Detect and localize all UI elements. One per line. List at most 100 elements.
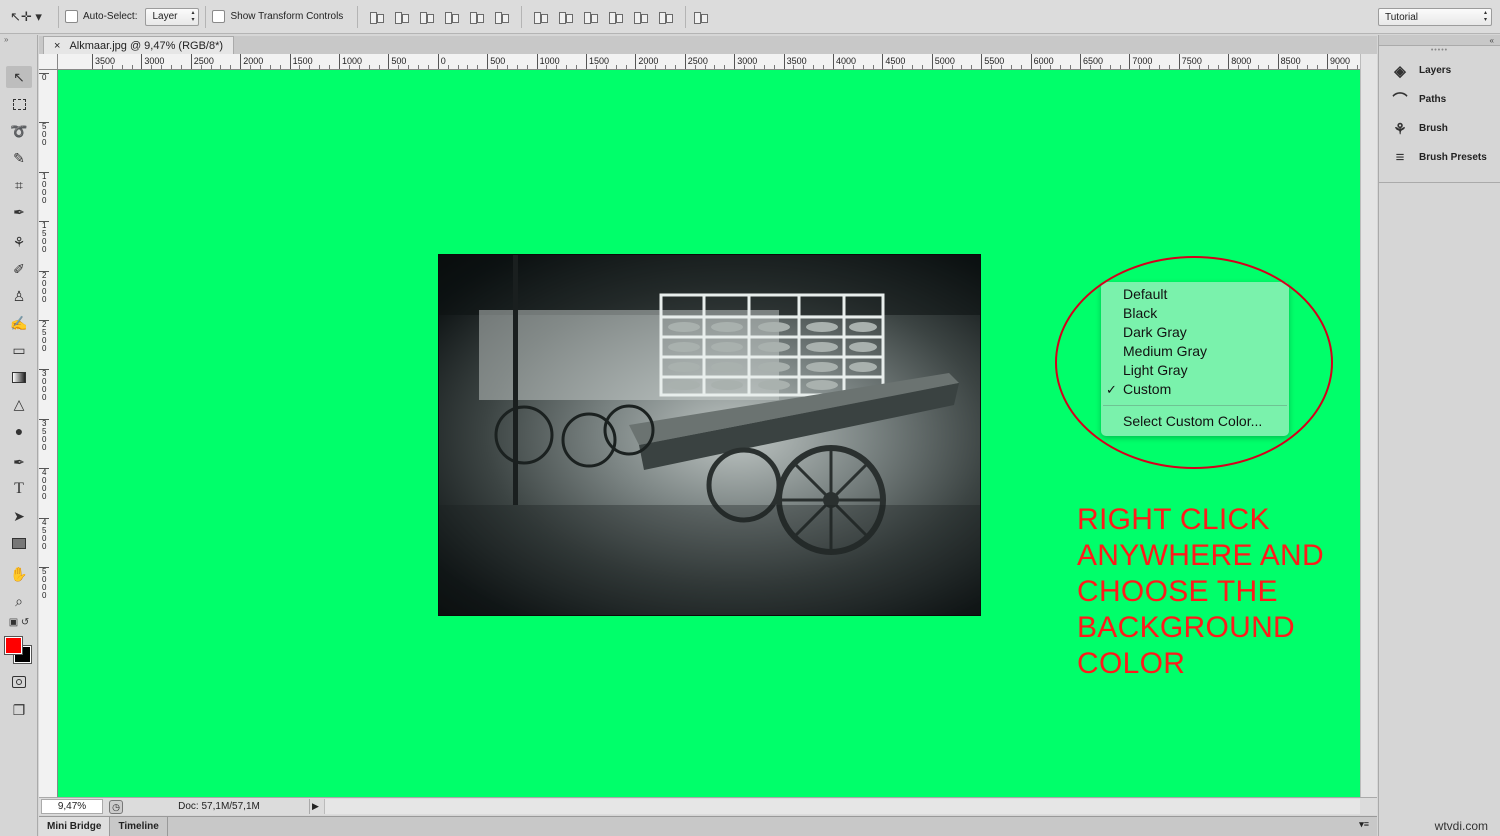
- menu-item-custom[interactable]: ✓Custom: [1101, 380, 1289, 399]
- ruler-origin[interactable]: [39, 54, 58, 70]
- close-icon[interactable]: ×: [54, 40, 60, 52]
- vertical-scrollbar[interactable]: [1360, 54, 1377, 797]
- ruler-minor-tick: [458, 65, 459, 69]
- ruler-minor-tick: [102, 65, 103, 69]
- document-image[interactable]: [439, 255, 980, 615]
- type-tool-icon[interactable]: T: [6, 478, 32, 500]
- distribute-top-icon[interactable]: [532, 10, 550, 24]
- auto-align-layers-icon[interactable]: [692, 10, 710, 24]
- rectangle-tool-icon[interactable]: [6, 532, 32, 554]
- ruler-tick-label: 0: [438, 54, 446, 70]
- status-info-icon[interactable]: ◷: [109, 800, 123, 814]
- eraser-tool-icon[interactable]: ▭: [6, 339, 32, 361]
- align-vertical-center-icon[interactable]: [393, 10, 411, 24]
- ruler-minor-tick: [952, 65, 953, 69]
- crop-tool-icon[interactable]: ⌗: [6, 174, 32, 196]
- ruler-minor-tick: [556, 65, 557, 69]
- menu-item-medium-gray[interactable]: Medium Gray: [1101, 342, 1289, 361]
- auto-select-dropdown[interactable]: Layer: [145, 8, 199, 26]
- ruler-minor-tick: [1189, 65, 1190, 69]
- panel-item-layers[interactable]: ◈Layers: [1379, 56, 1500, 85]
- clone-stamp-tool-icon[interactable]: ♙: [6, 285, 32, 307]
- panel-item-paths[interactable]: ⌒Paths: [1379, 85, 1500, 114]
- ruler-minor-tick: [902, 65, 903, 69]
- paths-icon: ⌒: [1390, 91, 1410, 109]
- tab-timeline[interactable]: Timeline: [110, 817, 167, 836]
- distribute-left-icon[interactable]: [607, 10, 625, 24]
- ruler-minor-tick: [181, 65, 182, 69]
- panel-menu-icon[interactable]: ▾≡: [1359, 819, 1369, 830]
- screen-mode-icon[interactable]: ❐: [6, 699, 32, 721]
- menu-item-black[interactable]: Black: [1101, 304, 1289, 323]
- panel-item-brush-presets[interactable]: ≡Brush Presets: [1379, 143, 1500, 172]
- gradient-tool-icon[interactable]: [6, 366, 32, 388]
- zoom-tool-icon[interactable]: ⌕: [6, 590, 32, 612]
- distribute-vertical-center-icon[interactable]: [557, 10, 575, 24]
- foreground-color-swatch[interactable]: [5, 637, 22, 654]
- ruler-minor-tick: [1199, 65, 1200, 69]
- workspace-dropdown[interactable]: Tutorial: [1378, 8, 1492, 26]
- ruler-tick-label: 2000: [39, 271, 49, 304]
- menu-item-light-gray[interactable]: Light Gray: [1101, 361, 1289, 380]
- blur-tool-icon[interactable]: △: [6, 393, 32, 415]
- lasso-tool-icon[interactable]: ➰: [6, 120, 32, 142]
- menu-item-label: Black: [1123, 305, 1157, 321]
- menu-item-default[interactable]: Default: [1101, 285, 1289, 304]
- ruler-minor-tick: [616, 65, 617, 69]
- ruler-minor-tick: [971, 65, 972, 69]
- canvas-area[interactable]: DefaultBlack Dark GrayMedium Gray Light Gr…: [58, 70, 1360, 797]
- canvas-background-context-menu: DefaultBlack Dark GrayMedium Gray Light Gr…: [1101, 282, 1289, 436]
- eyedropper-tool-icon[interactable]: ✒: [6, 201, 32, 223]
- align-top-icon[interactable]: [368, 10, 386, 24]
- ruler-minor-tick: [774, 65, 775, 69]
- ruler-minor-tick: [211, 65, 212, 69]
- ruler-minor-tick: [991, 65, 992, 69]
- tools-panel-collapse-icon[interactable]: »: [0, 35, 37, 45]
- panel-item-brush[interactable]: ⚘Brush: [1379, 114, 1500, 143]
- quick-selection-tool-icon[interactable]: ✎: [6, 147, 32, 169]
- default-colors-icon[interactable]: ▣ ↺: [6, 615, 32, 629]
- distribute-horizontal-center-icon[interactable]: [632, 10, 650, 24]
- pen-tool-icon[interactable]: ✒: [6, 451, 32, 473]
- hand-tool-icon[interactable]: ✋: [6, 563, 32, 585]
- healing-brush-tool-icon[interactable]: ⚘: [6, 231, 32, 253]
- menu-item-label: Medium Gray: [1123, 343, 1207, 359]
- ruler-minor-tick: [1218, 65, 1219, 69]
- history-brush-tool-icon[interactable]: ✍: [6, 312, 32, 334]
- path-selection-tool-icon[interactable]: ➤: [6, 505, 32, 527]
- ruler-minor-tick: [1120, 65, 1121, 69]
- ruler-minor-tick: [1347, 65, 1348, 69]
- auto-select-checkbox[interactable]: [65, 10, 78, 23]
- show-transform-checkbox[interactable]: [212, 10, 225, 23]
- dodge-tool-icon[interactable]: ●: [6, 420, 32, 442]
- distribute-right-icon[interactable]: [657, 10, 675, 24]
- menu-item-dark-gray[interactable]: Dark Gray: [1101, 323, 1289, 342]
- horizontal-ruler[interactable]: 3500300025002000150010005000500100015002…: [58, 54, 1360, 70]
- move-tool-preset-picker[interactable]: ↖︎✛ ▾: [0, 0, 52, 33]
- divider: [58, 6, 59, 28]
- move-tool-icon[interactable]: ↖: [6, 66, 32, 88]
- align-bottom-icon[interactable]: [418, 10, 436, 24]
- ruler-minor-tick: [1357, 65, 1358, 69]
- align-right-icon[interactable]: [493, 10, 511, 24]
- tab-mini-bridge[interactable]: Mini Bridge: [39, 817, 110, 836]
- right-panel-dock: « ••••• ◈Layers ⌒Paths ⚘Brush ≡Brush Pre…: [1378, 35, 1500, 836]
- vertical-ruler[interactable]: 0500100015002000250030003500400045005000: [39, 70, 58, 797]
- horizontal-scrollbar[interactable]: [324, 799, 1360, 814]
- dock-collapse-icon[interactable]: «: [1379, 35, 1500, 46]
- quick-mask-icon[interactable]: [6, 671, 32, 693]
- align-horizontal-center-icon[interactable]: [468, 10, 486, 24]
- distribute-bottom-icon[interactable]: [582, 10, 600, 24]
- ruler-minor-tick: [1238, 65, 1239, 69]
- status-menu-arrow-icon[interactable]: ▶: [309, 799, 321, 814]
- align-left-icon[interactable]: [443, 10, 461, 24]
- panel-item-label: Brush Presets: [1419, 152, 1487, 163]
- brush-tool-icon[interactable]: ✐: [6, 258, 32, 280]
- marquee-tool-icon[interactable]: [6, 93, 32, 115]
- menu-item-label: Custom: [1123, 381, 1171, 397]
- ruler-minor-tick: [546, 65, 547, 69]
- zoom-level-field[interactable]: 9,47%: [41, 799, 103, 814]
- document-tab[interactable]: × Alkmaar.jpg @ 9,47% (RGB/8*): [43, 36, 234, 54]
- menu-item-select-custom-color[interactable]: Select Custom Color...: [1101, 412, 1289, 431]
- grip-icon[interactable]: •••••: [1379, 46, 1500, 56]
